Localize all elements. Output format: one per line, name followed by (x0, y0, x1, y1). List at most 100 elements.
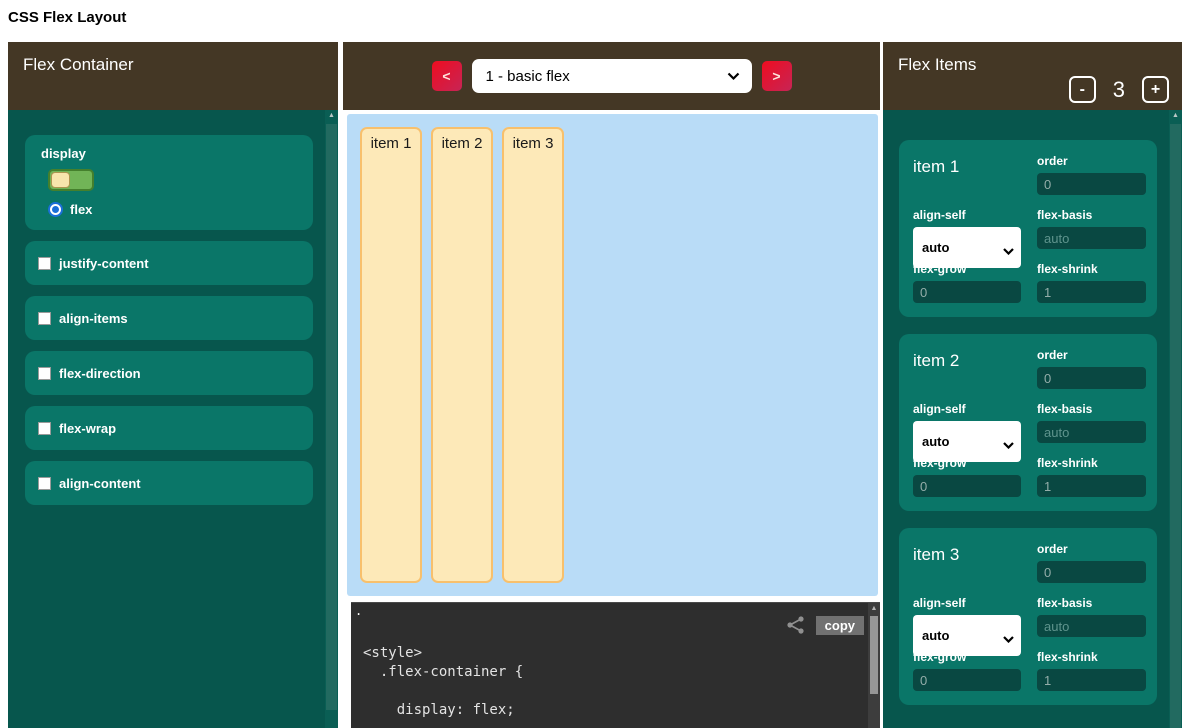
align-items-checkbox[interactable] (38, 312, 51, 325)
flex-items-scrollbar[interactable]: ▲ (1169, 110, 1182, 728)
item-2-align-self-select[interactable]: auto (913, 421, 1021, 462)
item-3-title: item 3 (913, 542, 1021, 583)
code-line: display: flex; (363, 701, 880, 720)
property-card-justify-content[interactable]: justify-content (25, 241, 313, 285)
scrollbar-thumb[interactable] (326, 124, 337, 710)
example-nav-bar: < 1 - basic flex > (343, 42, 880, 110)
toggle-knob-icon (51, 172, 70, 188)
code-scrollbar[interactable]: ▲ (868, 603, 880, 728)
flex-shrink-label: flex-shrink (1037, 456, 1146, 470)
flex-item-2: item 2 (431, 127, 493, 583)
flex-item-3: item 3 (502, 127, 564, 583)
item-1-flex-basis-field: flex-basis (1037, 208, 1146, 249)
item-2-align-self-field: align-self auto (913, 402, 1021, 443)
item-1-order-input[interactable] (1037, 173, 1146, 195)
item-3-flex-shrink-field: flex-shrink (1037, 650, 1146, 691)
property-card-align-content[interactable]: align-content (25, 461, 313, 505)
flex-container-body: display flex justify-content align-items… (8, 110, 338, 728)
item-2-flex-grow-input[interactable] (913, 475, 1021, 497)
next-example-button[interactable]: > (762, 61, 792, 91)
flex-container-panel: Flex Container display flex justify-cont… (8, 42, 338, 728)
item-2-title: item 2 (913, 348, 1021, 389)
item-2-align-self-wrap: auto (913, 433, 1021, 450)
code-toolbar: copy (786, 615, 864, 635)
flex-preview-container: item 1 item 2 item 3 (347, 114, 878, 596)
item-3-flex-basis-field: flex-basis (1037, 596, 1146, 637)
code-line (363, 682, 880, 701)
item-2-order-field: order (1037, 348, 1146, 389)
scroll-up-icon[interactable]: ▲ (868, 605, 880, 612)
code-block: . copy <style> .flex-container { display… (351, 602, 880, 728)
item-3-order-input[interactable] (1037, 561, 1146, 583)
flex-basis-label: flex-basis (1037, 208, 1146, 222)
item-1-flex-basis-input[interactable] (1037, 227, 1146, 249)
item-3-flex-grow-input[interactable] (913, 669, 1021, 691)
justify-content-label: justify-content (59, 256, 149, 271)
scrollbar-thumb[interactable] (870, 616, 878, 694)
item-1-align-self-wrap: auto (913, 239, 1021, 256)
item-2-order-input[interactable] (1037, 367, 1146, 389)
code-line: .flex-container { (363, 663, 880, 682)
item-2-flex-basis-input[interactable] (1037, 421, 1146, 443)
justify-content-checkbox[interactable] (38, 257, 51, 270)
example-select[interactable]: 1 - basic flex (472, 59, 752, 93)
property-card-flex-direction[interactable]: flex-direction (25, 351, 313, 395)
preview-panel: < 1 - basic flex > item 1 item 2 item 3 … (343, 42, 880, 728)
add-item-button[interactable]: + (1142, 76, 1169, 103)
item-2-flex-basis-field: flex-basis (1037, 402, 1146, 443)
scroll-up-icon[interactable]: ▲ (1169, 112, 1182, 119)
align-items-label: align-items (59, 311, 128, 326)
item-3-flex-basis-input[interactable] (1037, 615, 1146, 637)
item-2-flex-shrink-input[interactable] (1037, 475, 1146, 497)
item-1-flex-shrink-field: flex-shrink (1037, 262, 1146, 303)
example-select-wrap: 1 - basic flex (472, 59, 752, 93)
display-label: display (39, 146, 299, 161)
property-card-align-items[interactable]: align-items (25, 296, 313, 340)
share-icon[interactable] (786, 615, 806, 635)
code-content: <style> .flex-container { display: flex; (351, 644, 880, 720)
item-3-align-self-field: align-self auto (913, 596, 1021, 637)
align-content-label: align-content (59, 476, 141, 491)
scrollbar-thumb[interactable] (1170, 124, 1181, 728)
item-3-align-self-select[interactable]: auto (913, 615, 1021, 656)
order-label: order (1037, 542, 1146, 556)
preview-body: item 1 item 2 item 3 . copy <style> .fle… (343, 110, 880, 728)
align-content-checkbox[interactable] (38, 477, 51, 490)
item-1-card: item 1 order align-self auto flex-basis (899, 140, 1157, 317)
item-count: 3 (1113, 77, 1125, 103)
property-card-flex-wrap[interactable]: flex-wrap (25, 406, 313, 450)
display-toggle[interactable] (48, 169, 94, 191)
item-1-flex-grow-input[interactable] (913, 281, 1021, 303)
align-self-label: align-self (913, 208, 1021, 222)
item-1-align-self-select[interactable]: auto (913, 227, 1021, 268)
item-3-flex-grow-field: flex-grow (913, 650, 1021, 691)
flex-basis-label: flex-basis (1037, 402, 1146, 416)
remove-item-button[interactable]: - (1069, 76, 1096, 103)
flex-basis-label: flex-basis (1037, 596, 1146, 610)
scroll-up-icon[interactable]: ▲ (325, 112, 338, 119)
copy-button[interactable]: copy (816, 616, 864, 635)
item-1-title: item 1 (913, 154, 1021, 195)
flex-shrink-label: flex-shrink (1037, 650, 1146, 664)
flex-items-title: Flex Items (898, 55, 976, 75)
flex-radio-row: flex (48, 202, 299, 217)
flex-items-panel: Flex Items - 3 + item 1 order align-self… (883, 42, 1182, 728)
align-self-label: align-self (913, 596, 1021, 610)
example-nav-row: < 1 - basic flex > (343, 42, 880, 110)
item-1-align-self-field: align-self auto (913, 208, 1021, 249)
item-3-flex-shrink-input[interactable] (1037, 669, 1146, 691)
flex-container-scrollbar[interactable]: ▲ (325, 110, 338, 728)
flex-items-header: Flex Items - 3 + (883, 42, 1182, 110)
flex-direction-checkbox[interactable] (38, 367, 51, 380)
item-1-flex-grow-field: flex-grow (913, 262, 1021, 303)
flex-direction-label: flex-direction (59, 366, 141, 381)
display-card: display flex (25, 135, 313, 230)
item-1-flex-shrink-input[interactable] (1037, 281, 1146, 303)
item-counter: - 3 + (1069, 76, 1169, 103)
flex-wrap-checkbox[interactable] (38, 422, 51, 435)
page-title: CSS Flex Layout (8, 9, 126, 26)
order-label: order (1037, 154, 1146, 168)
code-line: <style> (363, 644, 880, 663)
prev-example-button[interactable]: < (432, 61, 462, 91)
flex-radio[interactable] (48, 202, 63, 217)
